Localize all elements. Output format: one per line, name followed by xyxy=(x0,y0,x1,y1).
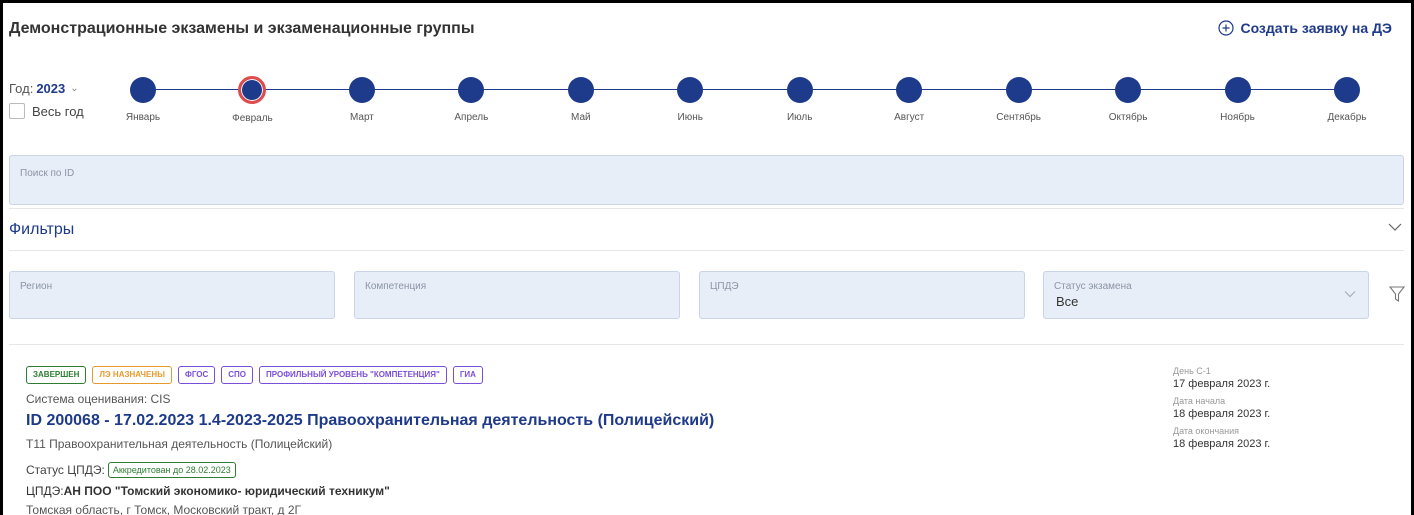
region-filter[interactable]: Регион xyxy=(9,271,335,319)
date-value: 18 февраля 2023 г. xyxy=(1173,438,1271,450)
status-badge: СПО xyxy=(221,366,254,384)
divider xyxy=(9,250,1404,251)
chevron-down-icon[interactable] xyxy=(1388,220,1402,234)
month-8[interactable]: Август xyxy=(869,70,949,123)
month-dot[interactable] xyxy=(896,77,923,103)
status-badge: ПРОФИЛЬНЫЙ УРОВЕНЬ "КОМПЕТЕНЦИЯ" xyxy=(259,366,447,384)
exam-competence: Т11 Правоохранительная деятельность (Пол… xyxy=(26,437,333,451)
date-label: Дата начала xyxy=(1173,396,1226,406)
cpde-filter[interactable]: ЦПДЭ xyxy=(699,271,1025,319)
month-label: Июль xyxy=(786,112,813,123)
month-dot[interactable] xyxy=(458,77,485,103)
date-value: 17 февраля 2023 г. xyxy=(1173,378,1271,390)
month-dot[interactable] xyxy=(348,77,375,103)
divider xyxy=(9,208,1404,209)
month-label: Февраль xyxy=(232,113,273,124)
filter-icon[interactable] xyxy=(1389,285,1405,303)
page-title: Демонстрационные экзамены и экзаменацион… xyxy=(9,20,475,37)
month-dot[interactable] xyxy=(238,76,267,104)
month-dot[interactable] xyxy=(1224,77,1251,103)
month-timeline: Январь Февраль Март Апрель Май Июнь Июль Август… xyxy=(0,70,1414,130)
month-1[interactable]: Январь xyxy=(103,70,183,123)
month-6[interactable]: Июнь xyxy=(650,70,730,123)
grading-system: Система оценивания: CIS xyxy=(26,392,171,406)
region-filter-label: Регион xyxy=(20,281,53,292)
month-dot[interactable] xyxy=(567,77,594,103)
exam-title-link[interactable]: ID 200068 - 17.02.2023 1.4-2023-2025 Пра… xyxy=(26,412,714,430)
month-4[interactable]: Апрель xyxy=(431,70,511,123)
cpde-name: ЦПДЭ:АН ПОО "Томский экономико- юридичес… xyxy=(26,484,390,498)
month-10[interactable]: Октябрь xyxy=(1088,70,1168,123)
month-label: Июнь xyxy=(677,112,703,123)
status-badge: ЗАВЕРШЕН xyxy=(26,366,87,384)
exam-status-value: Все xyxy=(1056,294,1079,309)
cpde-status-label: Статус ЦПДЭ: xyxy=(26,463,105,477)
month-12[interactable]: Декабрь xyxy=(1307,70,1387,123)
accreditation-badge: Аккредитован до 28.02.2023 xyxy=(107,462,236,478)
cpde-address: Томская область, г Томск, Московский тра… xyxy=(26,503,302,515)
cpde-org-name: АН ПОО "Томский экономико- юридический т… xyxy=(63,484,390,498)
month-label: Декабрь xyxy=(1327,112,1367,123)
month-dot[interactable] xyxy=(786,77,813,103)
month-dot[interactable] xyxy=(1334,77,1360,103)
create-request-button[interactable]: Создать заявку на ДЭ xyxy=(1218,20,1392,36)
month-label: Апрель xyxy=(454,112,489,123)
date-label: День С-1 xyxy=(1173,366,1211,376)
status-badge: ЛЭ НАЗНАЧЕНЫ xyxy=(92,366,172,384)
month-dot[interactable] xyxy=(130,77,156,103)
month-dot[interactable] xyxy=(677,77,704,103)
exam-badges: ЗАВЕРШЕН ЛЭ НАЗНАЧЕНЫ ФГОС СПО ПРОФИЛЬНЫЙ УР… xyxy=(26,366,483,384)
competence-filter[interactable]: Компетенция xyxy=(354,271,680,319)
month-label: Сентябрь xyxy=(996,112,1042,123)
competence-filter-label: Компетенция xyxy=(365,281,427,292)
plus-circle-icon xyxy=(1218,20,1235,36)
search-id-input[interactable]: Поиск по ID xyxy=(9,155,1404,205)
status-badge: ФГОС xyxy=(178,366,216,384)
month-label: Март xyxy=(349,112,374,123)
month-3[interactable]: Март xyxy=(322,70,402,123)
month-label: Август xyxy=(894,112,925,123)
date-label: Дата окончания xyxy=(1173,426,1240,436)
search-placeholder: Поиск по ID xyxy=(20,168,75,179)
month-9[interactable]: Сентябрь xyxy=(979,70,1059,123)
date-item: Дата начала 18 февраля 2023 г. xyxy=(1173,396,1270,420)
cpde-filter-label: ЦПДЭ xyxy=(710,281,739,292)
filters-toggle[interactable]: Фильтры xyxy=(9,221,74,239)
month-dot[interactable] xyxy=(1115,77,1142,103)
month-dot[interactable] xyxy=(1005,77,1032,103)
date-item: День С-1 17 февраля 2023 г. xyxy=(1173,366,1270,390)
exam-dates: День С-1 17 февраля 2023 г. Дата начала 18 … xyxy=(1173,366,1270,456)
month-label: Октябрь xyxy=(1108,112,1148,123)
chevron-down-icon xyxy=(1344,291,1356,298)
month-label: Май xyxy=(571,112,591,123)
month-11[interactable]: Ноябрь xyxy=(1198,70,1278,123)
date-value: 18 февраля 2023 г. xyxy=(1173,408,1271,420)
date-item: Дата окончания 18 февраля 2023 г. xyxy=(1173,426,1270,450)
divider xyxy=(9,344,1404,345)
month-7[interactable]: Июль xyxy=(760,70,840,123)
month-label: Январь xyxy=(125,112,161,123)
exam-status-label: Статус экзамена xyxy=(1054,281,1132,292)
cpde-label: ЦПДЭ: xyxy=(26,484,64,498)
month-5[interactable]: Май xyxy=(541,70,621,123)
month-label: Ноябрь xyxy=(1220,112,1255,123)
status-badge: ГИА xyxy=(452,366,483,384)
create-request-label: Создать заявку на ДЭ xyxy=(1240,20,1392,36)
cpde-status: Статус ЦПДЭ: Аккредитован до 28.02.2023 xyxy=(26,462,236,478)
month-2[interactable]: Февраль xyxy=(212,70,292,124)
exam-status-select[interactable]: Статус экзамена Все xyxy=(1043,271,1369,319)
